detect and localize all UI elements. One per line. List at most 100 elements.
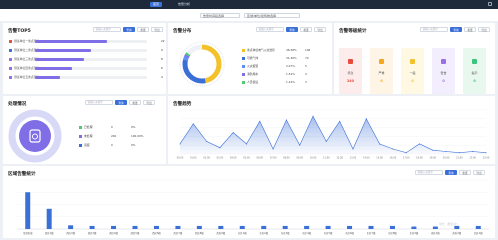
- fullscreen-icon[interactable]: [488, 2, 492, 6]
- level-card: 警告 0: [432, 48, 455, 94]
- rank-dot: [9, 48, 12, 52]
- region-bar: [389, 225, 395, 229]
- panel-controls: 请输入关键字 查询 重置 导出: [256, 27, 328, 32]
- list-item: 测试单位一重点部位 22: [9, 38, 165, 44]
- search-input[interactable]: 请输入关键字: [85, 100, 113, 105]
- tab-home[interactable]: 首页: [150, 2, 163, 7]
- panel-alarm-trend: 告警趋势 00:00 01:00 02:00 03:00 04:00 05:00 06:00…: [168, 96, 495, 164]
- alarm-bell-icon: [472, 59, 477, 64]
- level-count: 0: [442, 79, 445, 83]
- export-button[interactable]: 导出: [314, 27, 326, 32]
- search-input[interactable]: 请输入关键字: [256, 27, 284, 32]
- x-tick-label: 12:00: [336, 157, 343, 160]
- search-input[interactable]: 请输入关键字: [93, 27, 121, 32]
- list-item: 测试单位二重点部位 9: [9, 47, 165, 53]
- time-range-select[interactable]: 告警时间段选择: [200, 13, 240, 18]
- x-tick-label: 11:00: [323, 157, 330, 160]
- region-select[interactable]: 区域/单位/建筑物选择: [244, 13, 300, 18]
- panel-controls: 请输入关键字 查询 重置 导出: [85, 100, 157, 105]
- alarm-bell-icon: [441, 59, 446, 64]
- region-bar: [261, 225, 267, 229]
- region-bar: [454, 225, 460, 229]
- trend-point: [246, 143, 248, 145]
- legend-count: 0: [111, 143, 113, 147]
- level-card: 严重 0: [370, 48, 393, 94]
- progress-fill: [35, 39, 107, 43]
- query-button[interactable]: 查询: [286, 27, 298, 32]
- x-tick-label: 03:00: [217, 157, 224, 160]
- legend-item: 重点单位电气火灾监控 46.58% 106: [242, 48, 328, 53]
- distribution-ring-chart: [179, 41, 225, 87]
- trend-point: [285, 119, 287, 121]
- x-tick-label: 16:00: [390, 157, 397, 160]
- trend-point: [325, 140, 327, 142]
- x-tick-label: 08:00: [283, 157, 290, 160]
- query-button[interactable]: 查询: [123, 27, 135, 32]
- progress-fill: [35, 57, 85, 61]
- panel-title: 告警分布: [173, 29, 192, 34]
- legend-pct: 2.07%: [286, 64, 295, 68]
- region-bar: [132, 225, 138, 229]
- region-bar: [304, 225, 310, 229]
- region-bar: [325, 225, 331, 229]
- legend-item: 火灾报警 2.07% 5: [242, 64, 328, 69]
- x-tick-label: 23:00: [483, 157, 490, 160]
- legend-count: 5: [305, 64, 307, 68]
- progress-fill: [35, 66, 72, 70]
- top-nav: 首页 告警分析: [0, 0, 498, 9]
- x-tick-label: 北区1楼: [474, 231, 483, 235]
- progress-fill: [35, 48, 91, 52]
- region-bar-chart: 吊顶区域 西区1楼 西区2楼 西区3楼 西区4楼 西区5楼 西区6楼 西区7楼 西区8楼 西区9楼…: [17, 179, 489, 235]
- export-button[interactable]: 导出: [143, 100, 155, 105]
- level-name: 一般: [409, 71, 416, 75]
- reset-button[interactable]: 重置: [464, 27, 476, 32]
- export-button[interactable]: 导出: [151, 27, 163, 32]
- export-button[interactable]: 导出: [478, 27, 490, 32]
- legend-count: 240: [111, 134, 117, 138]
- legend-pct: 46.58%: [286, 48, 297, 52]
- item-value: 9: [161, 47, 163, 52]
- level-name: 警告: [440, 71, 447, 75]
- region-bar: [218, 225, 224, 229]
- legend-swatch: [242, 48, 245, 52]
- reset-button[interactable]: 重置: [137, 27, 149, 32]
- legend-item: 未处理 240 100.00%: [79, 134, 149, 139]
- trend-point: [272, 148, 274, 150]
- x-tick-label: 东区6楼: [345, 231, 354, 235]
- trend-point: [432, 149, 434, 151]
- legend-label: 未处理: [84, 134, 93, 138]
- trend-point: [219, 147, 221, 149]
- legend-item: 消防用水 1.54% 4: [242, 72, 328, 77]
- region-bar: [432, 226, 438, 229]
- panel-title: 处理情况: [8, 102, 27, 107]
- x-tick-label: 东区8楼: [388, 231, 397, 235]
- search-input[interactable]: 请输入关键字: [420, 27, 448, 32]
- x-tick-label: 东区5楼: [324, 231, 333, 235]
- x-tick-label: 10:00: [310, 157, 317, 160]
- item-value: 6: [161, 65, 163, 70]
- legend-pct: 0%: [131, 143, 136, 147]
- x-tick-label: 19:00: [429, 157, 436, 160]
- trend-point: [352, 148, 354, 150]
- region-bar: [196, 225, 202, 229]
- legend-swatch: [79, 134, 82, 138]
- x-tick-label: 04:00: [230, 157, 237, 160]
- alarm-bell-icon: [410, 59, 415, 64]
- reset-button[interactable]: 重置: [300, 27, 312, 32]
- panel-controls: 请输入关键字 查询 重置 导出: [93, 27, 165, 32]
- x-tick-label: 东区2楼: [259, 231, 268, 235]
- tab-alarm-analysis[interactable]: 告警分析: [175, 2, 193, 7]
- reset-button[interactable]: 重置: [129, 100, 141, 105]
- x-tick-label: 南区1楼: [431, 231, 440, 235]
- x-tick-label: 22:00: [469, 157, 476, 160]
- region-bar: [68, 225, 74, 229]
- trend-point: [405, 152, 407, 154]
- query-button[interactable]: 查询: [450, 27, 462, 32]
- x-tick-label: 南区2楼: [452, 231, 461, 235]
- trend-point: [232, 132, 234, 134]
- level-card: 紧急 240: [339, 48, 362, 94]
- trend-point: [392, 148, 394, 150]
- x-tick-label: 05:00: [243, 157, 250, 160]
- trend-point: [365, 118, 367, 120]
- query-button[interactable]: 查询: [115, 100, 127, 105]
